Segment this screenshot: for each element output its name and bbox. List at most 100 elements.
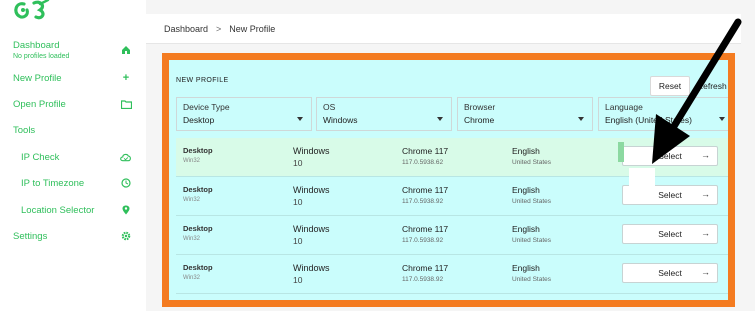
browser-select[interactable]: Browser Chrome <box>457 97 593 131</box>
sidebar-item-location-selector[interactable]: Location Selector <box>0 200 146 220</box>
sidebar-item-ip-to-timezone[interactable]: IP to Timezone <box>0 173 146 193</box>
platform: Win32 <box>183 236 201 242</box>
gear-icon <box>120 230 132 242</box>
browser-version: 117.0.5938.62 <box>402 159 444 166</box>
select-label: Select <box>658 229 682 239</box>
select-label: Select <box>658 190 682 200</box>
app-logo <box>14 0 50 20</box>
sidebar-item-label: Location Selector <box>21 204 95 216</box>
arrow-right-icon: → <box>701 267 710 277</box>
browser-name: Chrome 117 <box>402 263 449 273</box>
browser-version: 117.0.5938.92 <box>402 276 444 283</box>
highlight-chip <box>618 142 624 162</box>
browser-version: 117.0.5938.92 <box>402 198 444 205</box>
os-name: Windows <box>293 185 330 195</box>
filter-value: Chrome <box>464 115 495 125</box>
os-cell: Windows 10 <box>293 146 330 168</box>
plus-icon: + <box>122 72 130 84</box>
os-name: Windows <box>293 224 330 234</box>
sidebar-item-label: IP to Timezone <box>21 177 85 189</box>
cloud-check-icon <box>120 151 132 163</box>
sidebar-item-label: Open Profile <box>13 98 66 110</box>
device-cell: Desktop Win32 <box>183 224 213 242</box>
browser-name: Chrome 117 <box>402 185 449 195</box>
device-cell: Desktop Win32 <box>183 263 213 281</box>
arrow-right-icon: → <box>701 228 710 238</box>
os-cell: Windows 10 <box>293 224 330 246</box>
map-pin-icon <box>120 204 132 216</box>
annotation-arrow-icon <box>652 18 742 164</box>
device-type: Desktop <box>183 224 213 233</box>
filter-value: Desktop <box>183 115 215 125</box>
caret-down-icon <box>578 117 584 121</box>
os-version: 10 <box>293 275 303 285</box>
sidebar-item-ip-check[interactable]: IP Check <box>0 147 146 167</box>
sidebar-item-label: Settings <box>13 230 48 242</box>
caret-down-icon <box>437 117 443 121</box>
sidebar: Dashboard No profiles loaded New Profile… <box>0 0 146 311</box>
browser-cell: Chrome 117 117.0.5938.92 <box>402 263 448 283</box>
panel-title: NEW PROFILE <box>176 77 229 84</box>
platform: Win32 <box>183 275 201 281</box>
home-icon <box>120 44 132 56</box>
language-cell: English United States <box>512 185 551 205</box>
platform: Win32 <box>183 158 201 164</box>
browser-name: Chrome 117 <box>402 146 449 156</box>
device-type: Desktop <box>183 185 213 194</box>
device-cell: Desktop Win32 <box>183 146 213 164</box>
os-select[interactable]: OS Windows <box>316 97 452 131</box>
language: English <box>512 224 540 234</box>
language: English <box>512 263 540 273</box>
os-version: 10 <box>293 197 303 207</box>
device-type-select[interactable]: Device Type Desktop <box>176 97 312 131</box>
filter-label: Device Type <box>183 102 230 112</box>
clock-icon <box>120 177 132 189</box>
sidebar-item-dashboard[interactable]: Dashboard No profiles loaded <box>0 37 146 63</box>
device-cell: Desktop Win32 <box>183 185 213 203</box>
sidebar-item-label: Dashboard <box>13 40 60 51</box>
os-cell: Windows 10 <box>293 263 330 285</box>
filter-label: Browser <box>464 102 496 112</box>
sidebar-item-settings[interactable]: Settings <box>0 226 146 246</box>
browser-name: Chrome 117 <box>402 224 449 234</box>
table-row: Desktop Win32 Windows 10 Chrome 117 117.… <box>176 255 728 294</box>
sidebar-item-label: New Profile <box>13 72 62 84</box>
breadcrumb-separator: > <box>216 23 222 34</box>
platform: Win32 <box>183 197 201 203</box>
select-button[interactable]: Select → <box>622 224 718 244</box>
table-row: Desktop Win32 Windows 10 Chrome 117 117.… <box>176 216 728 255</box>
sidebar-section-label: Tools <box>13 124 36 136</box>
sidebar-item-new-profile[interactable]: New Profile + <box>0 68 146 88</box>
language: English <box>512 146 540 156</box>
app-window: Dashboard No profiles loaded New Profile… <box>0 0 755 311</box>
sidebar-section-tools: Tools <box>0 120 146 140</box>
browser-version: 117.0.5938.92 <box>402 237 444 244</box>
arrow-right-icon: → <box>701 189 710 199</box>
os-name: Windows <box>293 263 330 273</box>
browser-cell: Chrome 117 117.0.5938.92 <box>402 224 448 244</box>
device-type: Desktop <box>183 146 213 155</box>
select-button[interactable]: Select → <box>622 263 718 283</box>
sidebar-item-label: IP Check <box>21 151 60 163</box>
browser-cell: Chrome 117 117.0.5938.92 <box>402 185 448 205</box>
folder-icon <box>120 98 132 110</box>
select-label: Select <box>658 268 682 278</box>
language: English <box>512 185 540 195</box>
language-cell: English United States <box>512 263 551 283</box>
region: United States <box>512 159 552 166</box>
browser-cell: Chrome 117 117.0.5938.62 <box>402 146 448 166</box>
profiles-status-text: No profiles loaded <box>13 53 70 60</box>
filter-value: Windows <box>323 115 358 125</box>
device-type: Desktop <box>183 263 213 272</box>
os-cell: Windows 10 <box>293 185 330 207</box>
breadcrumb-root[interactable]: Dashboard <box>164 24 208 34</box>
language-cell: English United States <box>512 146 551 166</box>
caret-down-icon <box>297 117 303 121</box>
sidebar-item-open-profile[interactable]: Open Profile <box>0 94 146 114</box>
region: United States <box>512 237 552 244</box>
filter-label: OS <box>323 102 336 112</box>
region: United States <box>512 276 552 283</box>
os-name: Windows <box>293 146 330 156</box>
breadcrumb-current: New Profile <box>229 23 276 34</box>
region: United States <box>512 198 552 205</box>
